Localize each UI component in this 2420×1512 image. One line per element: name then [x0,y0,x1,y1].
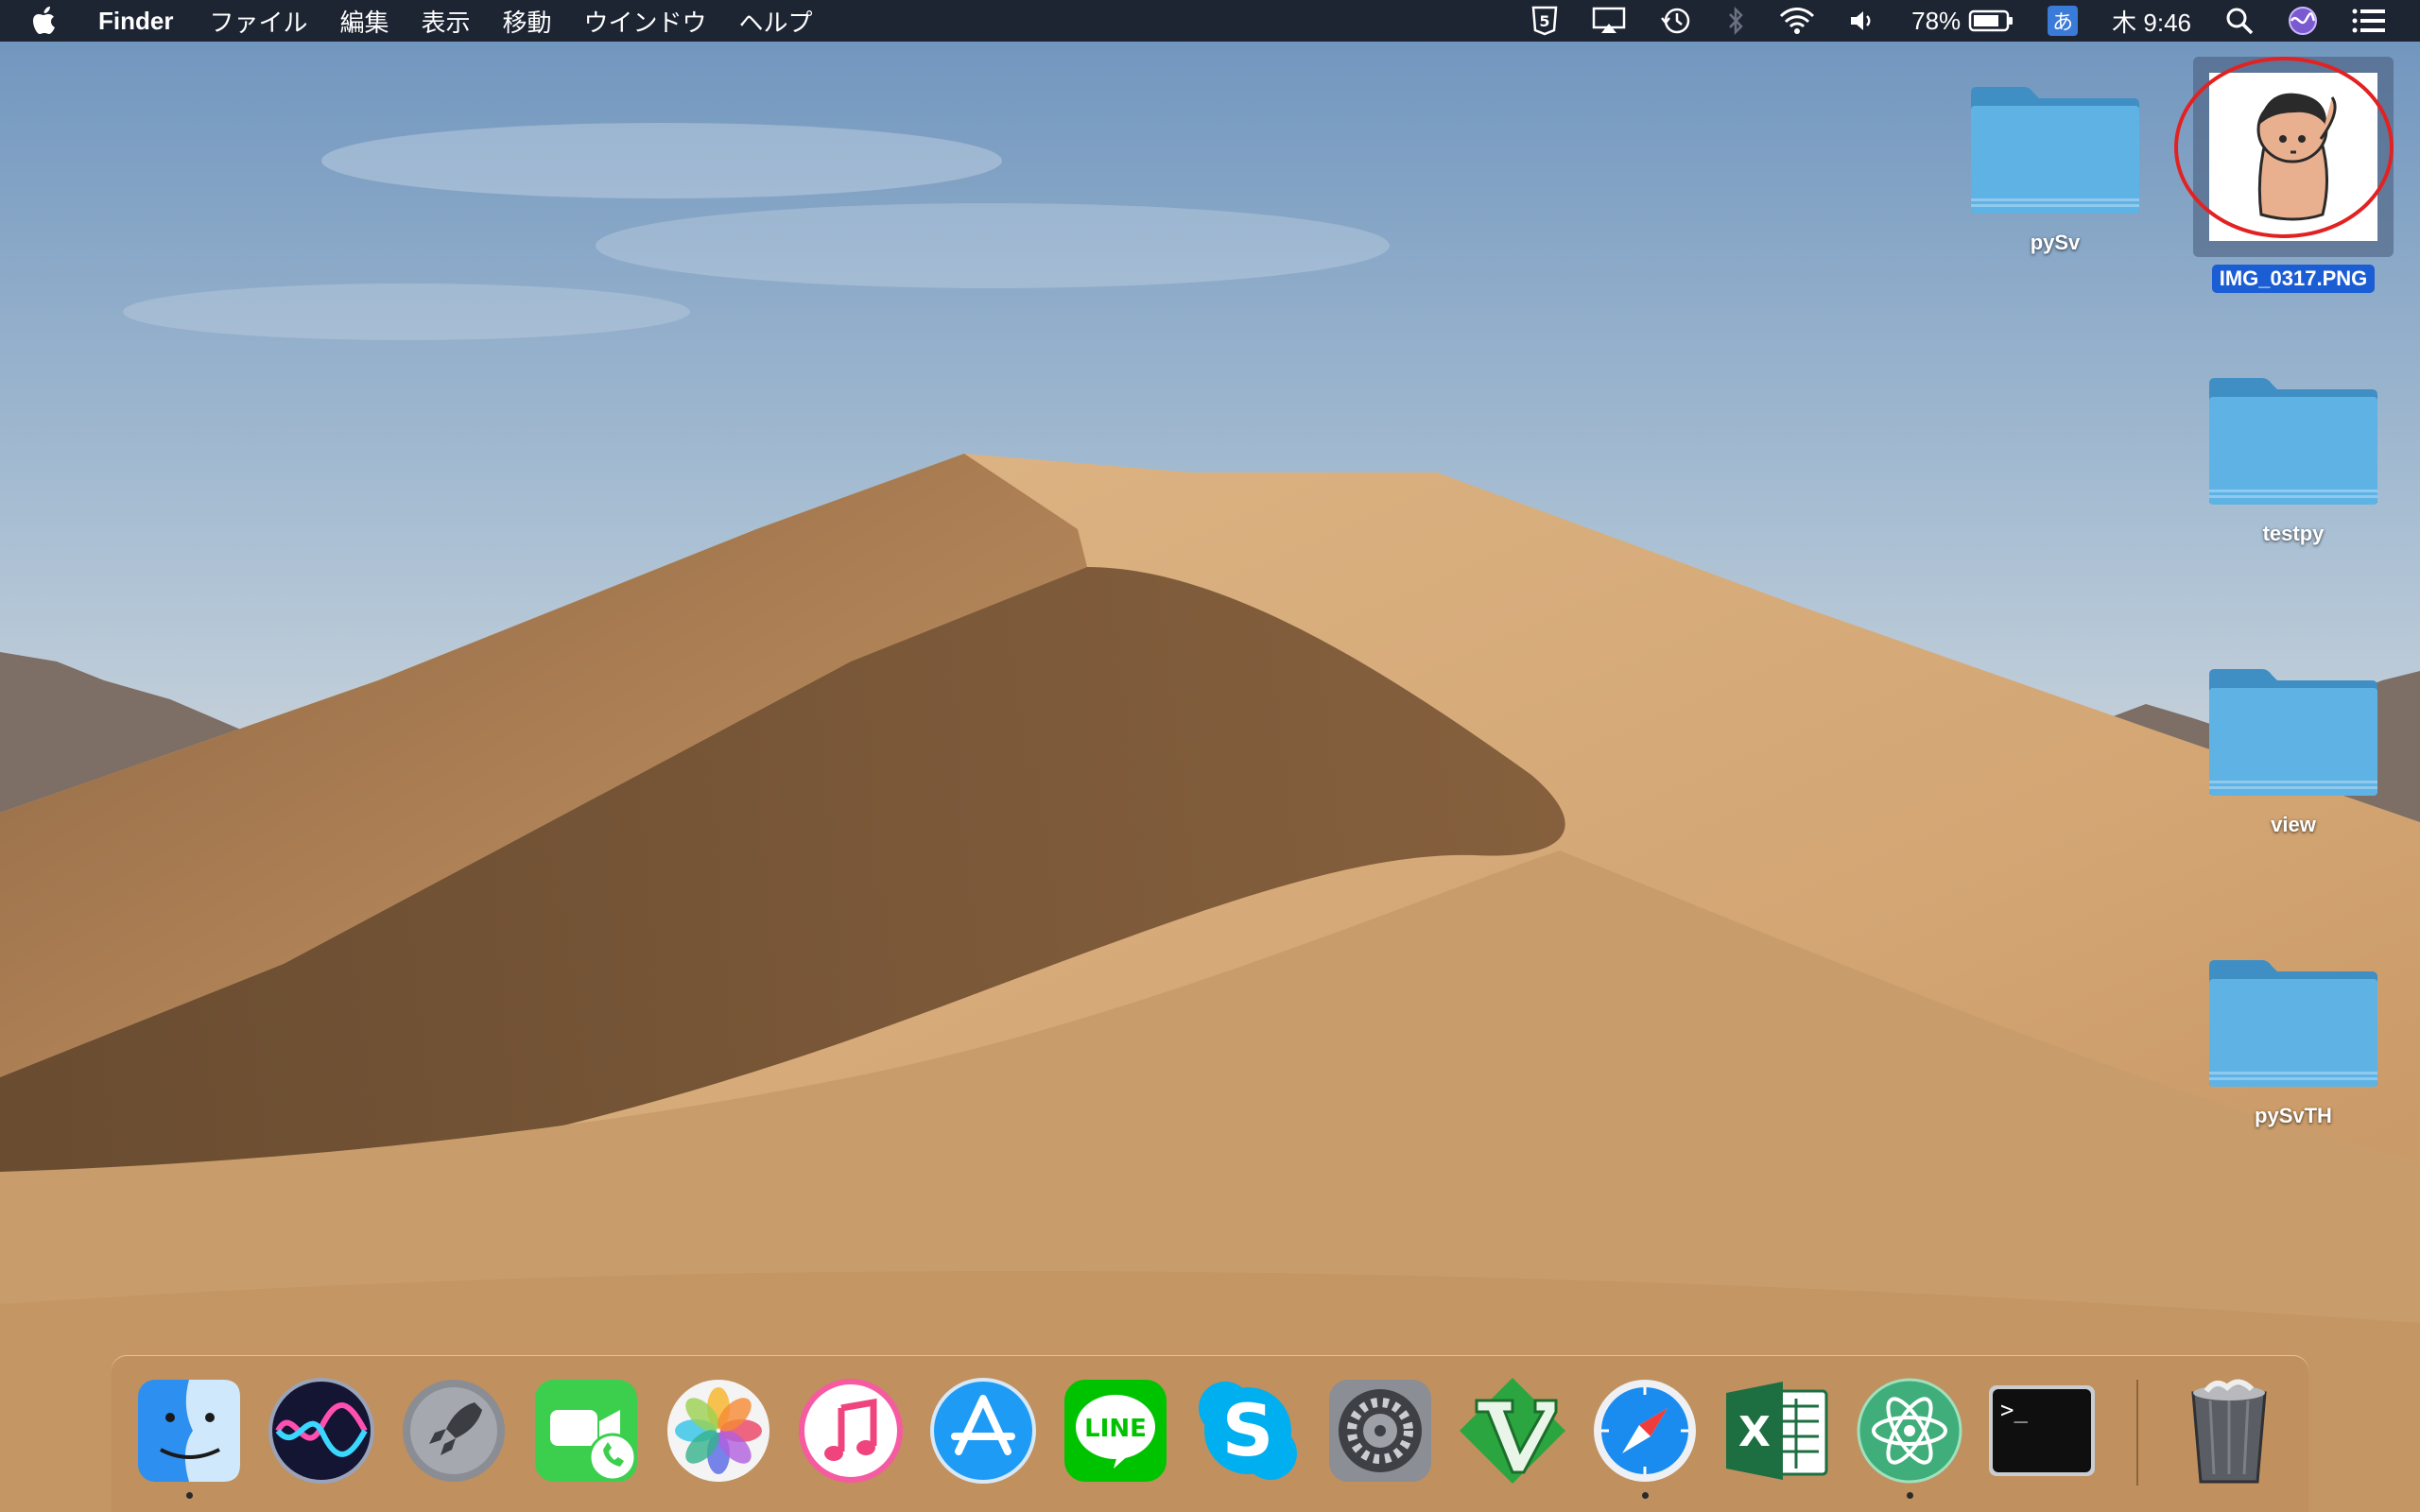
red-circle-highlight [2174,57,2394,238]
desktop[interactable]: Finder ファイル 編集 表示 移動 ウインドウ ヘルプ 5 78% あ 木… [0,0,2420,1512]
terminal-icon[interactable]: >_ [1985,1374,2099,1487]
battery-icon [1968,9,2014,32]
running-indicator [186,1492,193,1499]
desktop-icon-label: view [2271,813,2316,836]
time-machine-icon[interactable] [1660,0,1692,42]
siri-icon[interactable] [265,1374,378,1487]
menu-edit[interactable]: 編集 [339,4,389,39]
menu-app-finder[interactable]: Finder [98,7,173,36]
svg-text:LINE: LINE [1084,1415,1147,1443]
spotlight-search-icon[interactable] [2225,0,2254,42]
launchpad-icon[interactable] [397,1374,510,1487]
status-area: 5 78% あ 木 9:46 [1497,0,2420,42]
menu-file[interactable]: ファイル [209,4,307,39]
desktop-icon-label: pySv [2030,231,2081,254]
running-indicator [1907,1492,1913,1499]
battery-status[interactable]: 78% [1911,0,2014,42]
folder-icon [1971,87,2139,214]
menu-window[interactable]: ウインドウ [584,4,707,39]
desktop-icon-testpy[interactable]: testpy [2180,370,2407,548]
apple-icon[interactable] [32,2,70,40]
system-preferences-icon[interactable] [1323,1374,1437,1487]
desktop-icon-view[interactable]: view [2180,662,2407,839]
finder-icon[interactable] [132,1374,246,1499]
dock-separator [2136,1380,2138,1486]
atom-icon[interactable] [1853,1374,1966,1499]
svg-text:X: X [1738,1408,1771,1456]
clock[interactable]: 木 9:46 [2112,0,2191,42]
running-indicator [1642,1492,1649,1499]
menu-bar: Finder ファイル 編集 表示 移動 ウインドウ ヘルプ 5 78% あ 木… [0,0,2420,42]
menu-help[interactable]: ヘルプ [739,4,813,39]
notification-center-icon[interactable] [2352,0,2386,42]
desktop-icon-pysv[interactable]: pySv [1942,79,2169,257]
siri-icon[interactable] [2288,0,2318,42]
excel-icon[interactable]: X [1720,1374,1834,1487]
battery-percent: 78% [1911,6,1962,35]
wifi-icon[interactable] [1779,0,1815,42]
app-store-icon[interactable] [926,1374,1040,1487]
svg-text:>_: >_ [2000,1397,2028,1423]
input-method-indicator: あ [2048,6,2079,36]
dock: LINE S X >_ [112,1355,2308,1512]
bluetooth-icon[interactable] [1726,0,1745,42]
skype-icon[interactable]: S [1191,1374,1305,1487]
folder-icon [2209,669,2377,796]
desktop-icon-pysvth[interactable]: pySvTH [2180,953,2407,1130]
volume-icon[interactable] [1849,0,1877,42]
desktop-icon-label: pySvTH [2255,1104,2332,1127]
facetime-icon[interactable] [529,1374,643,1487]
folder-icon [2209,378,2377,505]
safari-icon[interactable] [1588,1374,1702,1499]
line-icon[interactable]: LINE [1059,1374,1172,1487]
itunes-icon[interactable] [794,1374,908,1487]
html5-icon[interactable]: 5 [1531,0,1558,42]
desktop-icon-label: IMG_0317.PNG [2211,265,2376,293]
trash-icon[interactable] [2172,1374,2286,1487]
svg-text:S: S [1222,1388,1274,1472]
input-method-menu[interactable]: あ [2048,0,2079,42]
vim-icon[interactable] [1456,1374,1569,1487]
photos-icon[interactable] [662,1374,775,1487]
desktop-icon-label: testpy [2262,522,2325,545]
menu-go[interactable]: 移動 [503,4,552,39]
airplay-icon[interactable] [1592,0,1626,42]
menu-view[interactable]: 表示 [421,4,470,39]
svg-text:5: 5 [1540,12,1550,30]
folder-icon [2209,960,2377,1087]
